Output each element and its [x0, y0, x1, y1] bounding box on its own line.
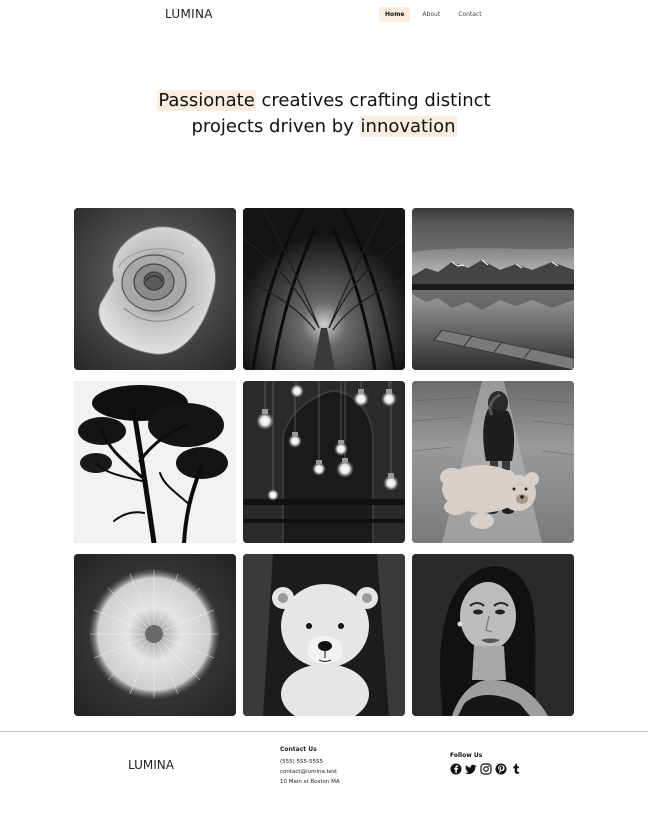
instagram-icon[interactable]	[480, 763, 492, 775]
photo-woman-portrait[interactable]	[412, 554, 574, 716]
photo-forest-tunnel[interactable]	[243, 208, 405, 370]
girl-teddy-image	[412, 381, 574, 543]
hero-highlight-passionate: Passionate	[157, 90, 256, 111]
photo-mountain-lake[interactable]	[412, 208, 574, 370]
hero-highlight-innovation: innovation	[359, 116, 457, 137]
photo-gallery	[74, 208, 574, 716]
footer-contact: Contact Us (555) 555-5555 contact@lumina…	[280, 745, 340, 787]
rose-image	[74, 208, 236, 370]
pinterest-icon[interactable]	[495, 763, 507, 775]
nav-home[interactable]: Home	[379, 7, 411, 22]
site-header: LUMINA Home About Contact	[0, 0, 648, 30]
site-footer: LUMINA Contact Us (555) 555-5555 contact…	[0, 731, 648, 817]
dandelion-image	[74, 554, 236, 716]
woman-portrait-image	[412, 554, 574, 716]
main-nav: Home About Contact	[379, 7, 488, 22]
photo-dandelion[interactable]	[74, 554, 236, 716]
contact-email[interactable]: contact@lumina.test	[280, 767, 340, 777]
tumblr-icon[interactable]	[510, 763, 522, 775]
contact-address: 10 Main st Boston MA	[280, 779, 340, 785]
photo-polar-bear-cub[interactable]	[243, 554, 405, 716]
nav-contact[interactable]: Contact	[452, 7, 487, 22]
contact-title: Contact Us	[280, 746, 317, 753]
light-bulbs-image	[243, 381, 405, 543]
footer-logo[interactable]: LUMINA	[128, 758, 174, 772]
hero-heading: Passionate creatives crafting distinct p…	[0, 88, 648, 140]
tree-silhouettes-image	[74, 381, 236, 543]
facebook-icon[interactable]	[450, 763, 462, 775]
photo-rose[interactable]	[74, 208, 236, 370]
follow-title: Follow Us	[450, 752, 483, 759]
site-logo[interactable]: LUMINA	[165, 7, 213, 21]
twitter-icon[interactable]	[465, 763, 477, 775]
nav-about[interactable]: About	[416, 7, 446, 22]
footer-follow: Follow Us	[450, 752, 522, 775]
mountain-lake-image	[412, 208, 574, 370]
forest-tunnel-image	[243, 208, 405, 370]
photo-light-bulbs[interactable]	[243, 381, 405, 543]
social-links	[450, 763, 522, 775]
contact-phone[interactable]: (555) 555-5555	[280, 757, 340, 767]
photo-tree-silhouettes[interactable]	[74, 381, 236, 543]
polar-bear-cub-image	[243, 554, 405, 716]
hero-text-2: projects driven by	[191, 116, 360, 137]
photo-girl-teddy[interactable]	[412, 381, 574, 543]
hero-text-1: creatives crafting distinct	[255, 90, 491, 111]
